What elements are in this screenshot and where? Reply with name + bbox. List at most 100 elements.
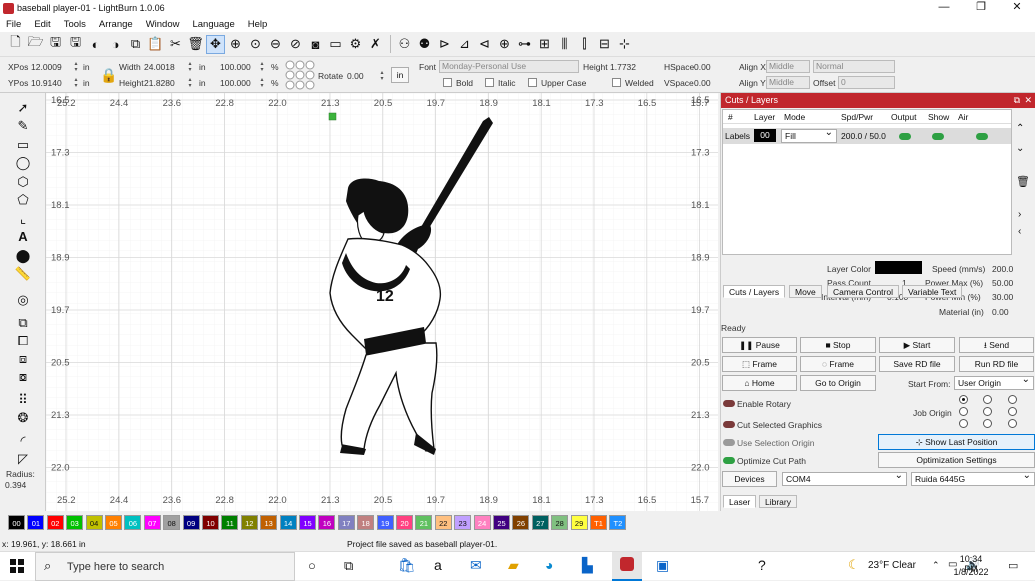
rectangle-icon[interactable]: ▭ <box>14 136 32 153</box>
job-origin-radio-br[interactable] <box>1008 419 1017 428</box>
file-explorer-icon[interactable]: ▰ <box>508 557 519 574</box>
power-max-value[interactable]: 50.00 <box>992 278 1013 288</box>
palette-swatch-15[interactable]: 15 <box>299 515 316 530</box>
enable-rotary-toggle[interactable] <box>723 400 735 407</box>
pinned-app-icon[interactable]: ▙ <box>582 557 593 574</box>
help-icon[interactable]: ? <box>758 557 766 573</box>
dock-icon[interactable]: ⊟ <box>595 35 614 54</box>
show-toggle[interactable] <box>932 133 944 140</box>
align-middle-icon[interactable]: ⊶ <box>515 35 534 54</box>
position-laser-icon[interactable]: ⬤ <box>14 247 32 264</box>
height-spinner-icon[interactable]: ▴ ▾ <box>186 77 194 90</box>
width-value[interactable]: 24.0018 <box>144 62 175 72</box>
clock-date[interactable]: 1/8/2022 <box>952 567 990 577</box>
distribute-v-icon[interactable]: ⫿ <box>575 35 594 54</box>
text-height-value[interactable]: 1.7732 <box>610 62 636 72</box>
ypos-value[interactable]: 10.9140 <box>31 78 62 88</box>
job-origin-radio-bl[interactable] <box>959 419 968 428</box>
boolean-union-icon[interactable]: ⧉ <box>14 314 32 331</box>
tab-library[interactable]: Library <box>759 495 797 508</box>
zoom-out-icon[interactable]: ⊖ <box>266 35 285 54</box>
optimization-settings-button[interactable]: Optimization Settings <box>878 452 1035 468</box>
menu-window[interactable]: Window <box>140 19 187 30</box>
italic-checkbox[interactable] <box>485 78 494 87</box>
palette-swatch-11[interactable]: 11 <box>221 515 239 530</box>
palette-swatch-21[interactable]: 21 <box>415 515 433 530</box>
radius-value[interactable]: 0.394 <box>5 480 26 490</box>
palette-swatch-27[interactable]: 27 <box>531 515 549 530</box>
tab-camera-control[interactable]: Camera Control <box>827 285 899 298</box>
use-selection-origin-toggle[interactable] <box>723 439 735 446</box>
distribute-h-icon[interactable]: ⫼ <box>555 35 574 54</box>
power-min-value[interactable]: 30.00 <box>992 292 1013 302</box>
monitor-icon[interactable]: ▭ <box>326 35 345 54</box>
frame-button[interactable]: ⬚ Frame <box>722 356 797 372</box>
align-y-select[interactable]: Middle <box>766 76 810 89</box>
rotate-spinner-icon[interactable]: ▴ ▾ <box>378 70 386 83</box>
lightburn-taskbar-button[interactable] <box>612 552 642 581</box>
float-panel-icon[interactable]: ⧉ <box>1014 93 1020 108</box>
settings-gear-icon[interactable]: ⚙ <box>346 35 365 54</box>
speed-value[interactable]: 200.0 <box>992 264 1013 274</box>
layer-row[interactable]: Labels 00 Fill 200.0 / 50.0 <box>723 127 1011 144</box>
palette-swatch-18[interactable]: 18 <box>357 515 375 530</box>
align-icon[interactable]: ⊞ <box>535 35 554 54</box>
job-origin-radio-tl[interactable] <box>959 395 968 404</box>
pause-button[interactable]: ❚❚ Pause <box>722 337 797 353</box>
amazon-icon[interactable]: a <box>434 557 442 573</box>
mail-icon[interactable]: ✉ <box>470 557 482 574</box>
tab-cuts-layers[interactable]: Cuts / Layers <box>723 285 786 298</box>
close-button[interactable]: ✕ <box>998 0 1035 16</box>
palette-swatch-23[interactable]: 23 <box>454 515 472 530</box>
palette-swatch-02[interactable]: 02 <box>46 515 64 530</box>
unit-toggle-button[interactable]: in <box>391 67 409 83</box>
menu-tools[interactable]: Tools <box>58 19 93 30</box>
circular-array-icon[interactable]: ❂ <box>14 409 32 426</box>
redo-icon[interactable]: ◑ <box>106 35 125 54</box>
circle-frame-button[interactable]: ◌ Frame <box>800 356 876 372</box>
run-rd-button[interactable]: Run RD file <box>959 356 1034 372</box>
paste-icon[interactable]: 📋 <box>146 35 165 54</box>
camera-icon[interactable]: ◙ <box>306 35 325 54</box>
flip-horizontal-icon[interactable]: ⊳ <box>435 35 454 54</box>
move-tool-icon[interactable]: ✥ <box>206 34 225 54</box>
ungroup-icon[interactable]: ⚉ <box>415 35 434 54</box>
optimize-cut-path-toggle[interactable] <box>723 457 735 464</box>
palette-swatch-14[interactable]: 14 <box>279 515 297 530</box>
undo-icon[interactable]: ◐ <box>86 35 105 54</box>
notifications-icon[interactable]: ▭ <box>1008 559 1018 572</box>
zoom-in-icon[interactable]: ⊕ <box>226 35 245 54</box>
xpos-spinner-icon[interactable]: ▴ ▾ <box>72 61 80 74</box>
hspace-value[interactable]: 0.00 <box>694 62 711 72</box>
palette-swatch-05[interactable]: 05 <box>105 515 122 530</box>
tab-move[interactable]: Move <box>789 285 822 298</box>
controller-select[interactable]: Ruida 6445G <box>911 470 1035 486</box>
palette-swatch-13[interactable]: 13 <box>260 515 278 530</box>
upper-case-checkbox[interactable] <box>528 78 537 87</box>
offset-shapes-icon[interactable]: ◎ <box>14 291 32 308</box>
xpos-value[interactable]: 12.0009 <box>31 62 62 72</box>
material-value[interactable]: 0.00 <box>992 307 1009 317</box>
cut-icon[interactable]: ✂ <box>166 35 185 54</box>
palette-swatch-t2[interactable]: T2 <box>609 515 627 530</box>
palette-swatch-26[interactable]: 26 <box>512 515 530 530</box>
tab-variable-text[interactable]: Variable Text <box>902 285 963 298</box>
job-origin-radio-ml[interactable] <box>959 407 968 416</box>
air-toggle[interactable] <box>976 133 988 140</box>
scale-width-value[interactable]: 100.000 <box>220 62 251 72</box>
weld-icon[interactable]: ⧇ <box>14 368 32 385</box>
draw-lines-icon[interactable]: ⬠ <box>14 191 32 208</box>
edge-icon[interactable]: ◕ <box>545 557 553 573</box>
cut-selected-toggle[interactable] <box>723 421 735 428</box>
group-icon[interactable]: ⚇ <box>395 35 414 54</box>
palette-swatch-04[interactable]: 04 <box>85 515 103 530</box>
selection-handle-icon[interactable] <box>328 112 337 121</box>
menu-arrange[interactable]: Arrange <box>93 19 140 30</box>
port-select[interactable]: COM4 <box>782 470 907 486</box>
boolean-intersect-icon[interactable]: ⧈ <box>14 350 32 367</box>
close-panel-icon[interactable]: ✕ <box>1024 93 1032 108</box>
photos-icon[interactable]: ▣ <box>656 557 669 574</box>
width-spinner-icon[interactable]: ▴ ▾ <box>186 61 194 74</box>
delete-layer-icon[interactable]: 🗑 <box>1016 175 1030 188</box>
output-toggle[interactable] <box>899 133 911 140</box>
